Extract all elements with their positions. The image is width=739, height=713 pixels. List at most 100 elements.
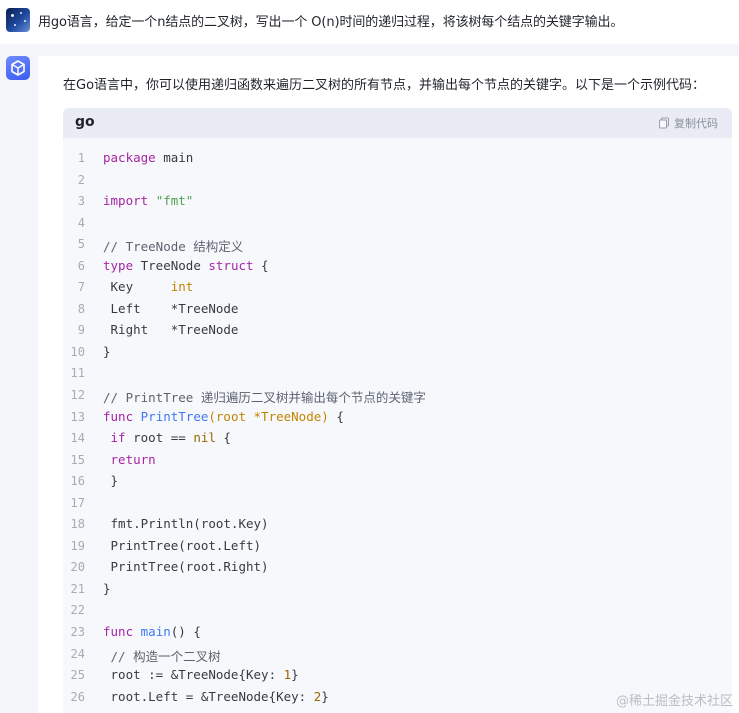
code-token: nil [193,430,216,446]
code-body: 1 package main 2 3 import "fmt" 4 5// TreeNode… [63,148,732,708]
code-token: // 构造一个二叉树 [103,648,221,664]
line-number: 10 [70,344,85,359]
code-token: PrintTree(root.Left) [103,537,262,553]
code-token: func [103,624,134,640]
code-line-text: type TreeNode struct { [103,258,269,273]
code-token: return [110,451,156,467]
answer-intro: 在Go语言中，你可以使用递归函数来遍历二叉树的所有节点，并输出每个节点的关键字。… [63,78,706,93]
code-line-text: PrintTree(root.Right) [103,559,269,574]
code-line: 22 [63,600,732,622]
code-token: PrintTree [140,408,209,424]
line-number: 18 [70,517,85,532]
line-number: 8 [77,301,85,316]
code-token: TreeNode [133,257,209,273]
code-block-header: go 复制代码 [63,108,732,138]
code-line: 7 Key int [63,277,732,299]
code-line-text: fmt.Println(root.Key) [103,516,269,531]
line-number: 12 [70,388,85,403]
code-line-text: Key int [103,279,194,295]
code-line-text: func main() { [103,624,201,639]
code-line: 15 return [63,450,732,472]
code-line: 8 Left *TreeNode [63,299,732,321]
code-line: 1 package main [63,148,732,170]
code-token: int [170,279,194,295]
code-line: 11 [63,363,732,385]
code-token: } [291,667,299,683]
code-line-text: } [103,473,119,489]
code-line: 20 PrintTree(root.Right) [63,557,732,579]
line-number: 22 [70,603,85,618]
code-line: 9 Right *TreeNode [63,320,732,342]
code-token: fmt.Println(root.Key) [103,516,269,532]
code-token: func [103,408,134,424]
code-token: } [103,343,111,359]
code-line-text: if root == nil { [103,430,231,445]
line-number: 1 [77,151,85,165]
code-token: } [103,580,111,596]
code-token: package [103,150,156,165]
code-token: if [110,430,126,446]
code-line: 5 // TreeNode 结构定义 [63,234,732,256]
code-line: 16 } [63,471,732,493]
line-number: 13 [70,409,85,424]
code-line: 21} [63,579,732,601]
code-line-text: func PrintTree(root *TreeNode) { [103,409,344,424]
code-line: 17 [63,493,732,515]
code-token: (root *TreeNode) [208,408,329,424]
line-number: 3 [77,194,85,209]
code-token: { [328,408,344,424]
code-line-text: PrintTree(root.Left) [103,537,262,553]
user-avatar [6,8,30,32]
code-line-text: package main [103,150,193,165]
code-line: 4 [63,213,732,235]
code-block: go 复制代码 1 package main 2 3 import "fmt" 4 5// … [63,108,732,713]
line-number: 5 [77,237,85,252]
code-line-text: } [103,581,111,596]
assistant-answer-panel: 在Go语言中，你可以使用递归函数来遍历二叉树的所有节点，并输出每个节点的关键字。… [38,56,739,713]
line-number: 9 [77,323,85,338]
site-watermark: @稀土掘金技术社区 [615,694,733,709]
code-line-text: // 构造一个二叉树 [103,646,221,665]
code-line: 2 [63,170,732,192]
code-token: "fmt" [155,193,194,209]
code-line: 14 if root == nil { [63,428,732,450]
code-line: 24 // 构造一个二叉树 [63,644,732,666]
code-language-label: go [75,114,95,130]
code-line: 10} [63,342,732,364]
code-token: root.Left = &TreeNode{Key: [103,688,314,704]
code-token: Right *TreeNode [103,322,239,338]
code-line: 25 root := &TreeNode{Key: 1} [63,665,732,687]
copy-code-button[interactable]: 复制代码 [658,115,718,131]
code-token: struct [208,257,254,273]
line-number: 25 [70,668,85,683]
code-token: { [253,257,269,273]
code-token: PrintTree(root.Right) [103,559,269,575]
code-token: { [215,430,231,446]
code-line-text: // PrintTree 递归遍历二叉树并输出每个节点的关键字 [103,387,426,406]
code-line: 23 func main() { [63,622,732,644]
cube-icon [11,60,25,76]
line-number: 14 [70,431,85,446]
code-token: import [103,193,149,209]
line-number: 16 [70,474,85,489]
code-token: Left *TreeNode [103,300,239,316]
line-number: 2 [77,172,85,187]
code-line-text: Left *TreeNode [103,300,239,316]
line-number: 15 [70,452,85,467]
user-message-text: 用go语言，给定一个n结点的二叉树，写出一个 O(n)时间的递归过程，将该树每个… [38,15,624,30]
code-line: 13 func PrintTree(root *TreeNode) { [63,407,732,429]
code-token: } [103,473,119,489]
line-number: 6 [77,258,85,273]
line-number: 7 [77,280,85,295]
code-line: 12 // PrintTree 递归遍历二叉树并输出每个节点的关键字 [63,385,732,407]
code-token: type [103,257,134,273]
copy-icon [659,117,669,129]
code-line-text: import "fmt" [103,193,193,208]
code-line-text: } [103,344,111,359]
user-message-row: 用go语言，给定一个n结点的二叉树，写出一个 O(n)时间的递归过程，将该树每个… [0,0,739,44]
